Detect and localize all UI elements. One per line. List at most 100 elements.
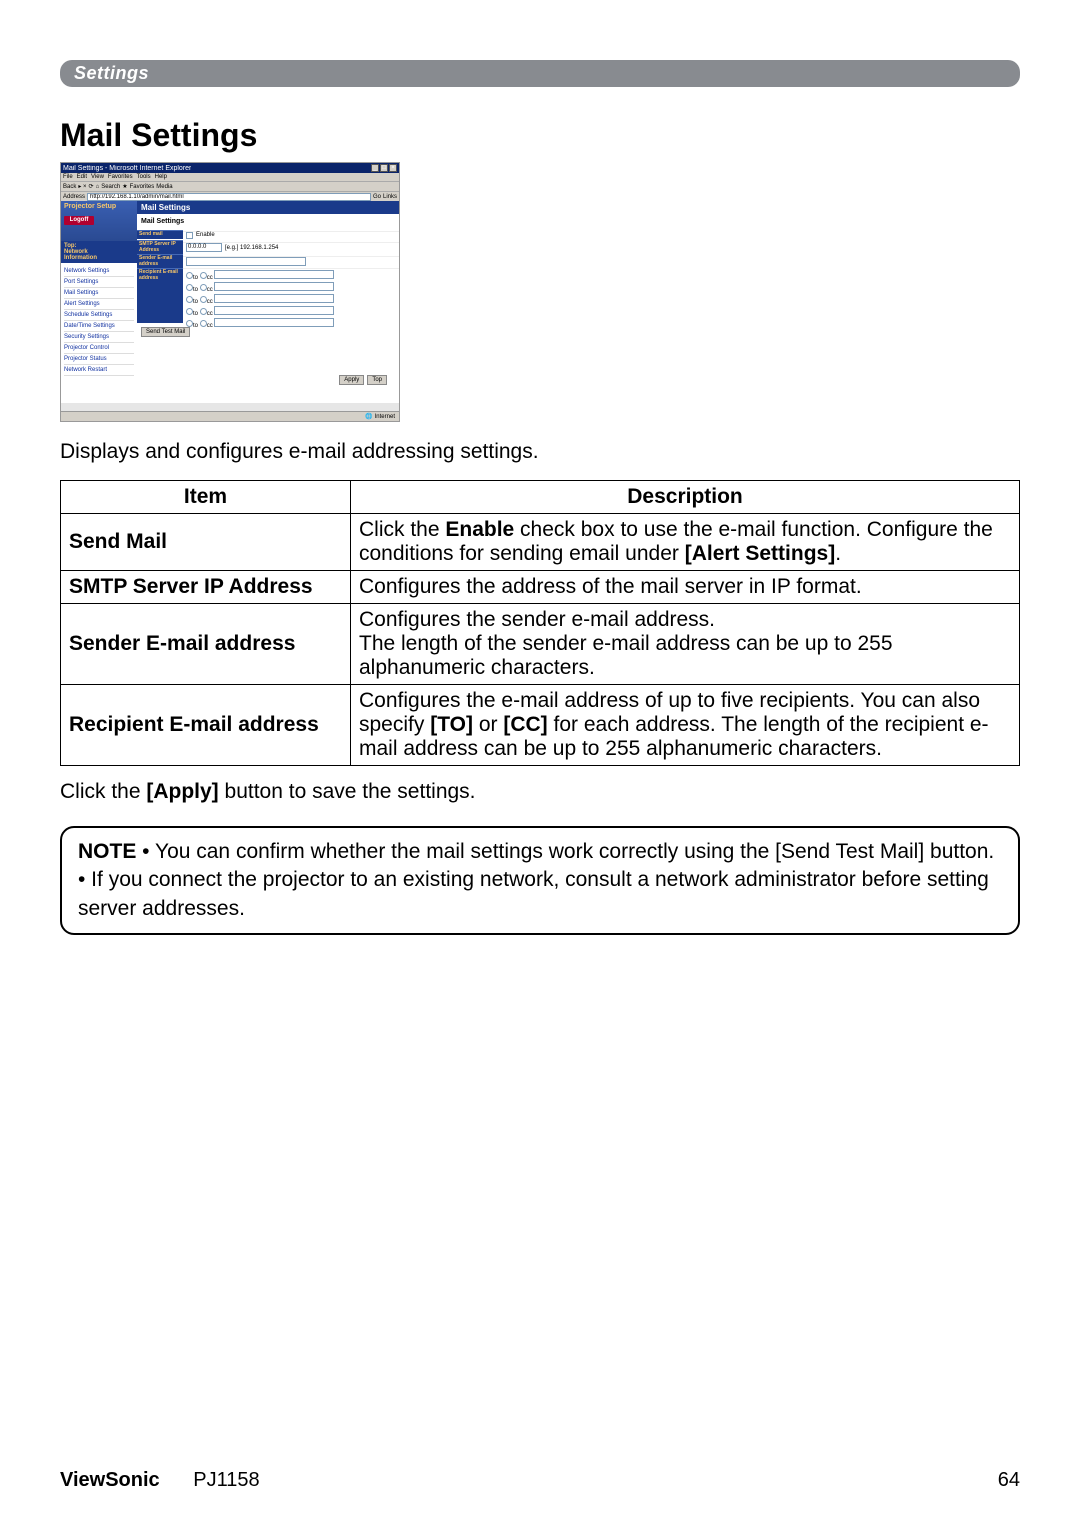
page-footer: ViewSonic PJ1158 64 [60, 1469, 1020, 1492]
r4-cc [200, 308, 207, 315]
address-url: http://192.168.1.10/admin/mail.html [87, 193, 371, 201]
screenshot-sidebar: Projector Setup Logoff Top: Network Info… [61, 201, 137, 403]
menu-tools: Tools [137, 174, 151, 180]
main-subtitle: Mail Settings [137, 214, 399, 229]
nav-network-settings: Network Settings [64, 266, 134, 277]
desc-sender: Configures the sender e-mail address.The… [351, 604, 1020, 685]
nav-projector-status: Projector Status [64, 354, 134, 365]
settings-section-bar: Settings [60, 60, 1020, 87]
r4-input [214, 306, 334, 315]
status-internet: Internet [375, 414, 395, 420]
table-row: Recipient E-mail address Configures the … [61, 685, 1020, 766]
apply-button: Apply [339, 375, 364, 385]
close-icon: × [389, 164, 397, 172]
r3-to [186, 296, 193, 303]
r1-input [214, 270, 334, 279]
menu-help: Help [155, 174, 167, 180]
caption-text: Displays and configures e-mail addressin… [60, 440, 1020, 464]
lbl-send-mail: Send mail [137, 230, 183, 239]
sender-input [186, 257, 306, 266]
r3-cc-lbl: cc [207, 299, 213, 305]
minimize-icon: _ [371, 164, 379, 172]
screenshot-main: Mail Settings Mail Settings Send mail En… [137, 201, 399, 403]
r4-to [186, 308, 193, 315]
screenshot-addressbar: Address http://192.168.1.10/admin/mail.h… [61, 191, 399, 201]
main-title: Mail Settings [137, 201, 399, 214]
r1-to [186, 272, 193, 279]
table-row: SMTP Server IP Address Configures the ad… [61, 571, 1020, 604]
footer-brand: ViewSonic [60, 1469, 160, 1491]
lbl-smtp: SMTP Server IP Address [137, 240, 183, 254]
desc-recipient: Configures the e-mail address of up to f… [351, 685, 1020, 766]
after-table-text: Click the [Apply] button to save the set… [60, 780, 1020, 804]
globe-icon: 🌐 [365, 413, 372, 420]
enable-checkbox [186, 232, 193, 239]
logoff-button: Logoff [64, 216, 94, 225]
r3-cc [200, 296, 207, 303]
nav-mail-settings: Mail Settings [64, 288, 134, 299]
note-line2: • If you connect the projector to an exi… [78, 868, 989, 919]
sidebar-info-label: Information [64, 255, 134, 261]
r1-cc [200, 272, 207, 279]
r2-cc [200, 284, 207, 291]
menu-file: File [63, 174, 73, 180]
nav-datetime-settings: Date/Time Settings [64, 321, 134, 332]
go-button: Go [373, 194, 381, 200]
r3-to-lbl: to [193, 299, 198, 305]
nav-projector-control: Projector Control [64, 343, 134, 354]
footer-model: PJ1158 [193, 1469, 259, 1491]
table-row: Sender E-mail address Configures the sen… [61, 604, 1020, 685]
r4-to-lbl: to [193, 311, 198, 317]
toolbar-media: Media [156, 184, 172, 190]
table-row: Send Mail Click the Enable check box to … [61, 514, 1020, 571]
r2-to-lbl: to [193, 287, 198, 293]
desc-smtp: Configures the address of the mail serve… [351, 571, 1020, 604]
description-table: Item Description Send Mail Click the Ena… [60, 480, 1020, 766]
screenshot-window-controls: _ □ × [371, 164, 397, 172]
nav-alert-settings: Alert Settings [64, 299, 134, 310]
footer-page: 64 [998, 1469, 1020, 1492]
screenshot-statusbar: 🌐 Internet [61, 411, 399, 421]
links-label: Links [383, 194, 397, 200]
top-button: Top [367, 375, 387, 385]
item-sender: Sender E-mail address [61, 604, 351, 685]
toolbar-search: Search [101, 184, 120, 190]
item-send-mail: Send Mail [61, 514, 351, 571]
nav-schedule-settings: Schedule Settings [64, 310, 134, 321]
sidebar-brand: Projector Setup [64, 203, 116, 210]
sidebar-nav: Network Settings Port Settings Mail Sett… [61, 263, 137, 379]
item-smtp: SMTP Server IP Address [61, 571, 351, 604]
send-test-mail-button: Send Test Mail [141, 327, 190, 337]
r2-cc-lbl: cc [207, 287, 213, 293]
th-desc: Description [351, 481, 1020, 514]
address-label: Address [63, 194, 85, 200]
smtp-input: 0.0.0.0 [186, 243, 222, 252]
enable-label: Enable [196, 232, 215, 238]
r2-to [186, 284, 193, 291]
nav-port-settings: Port Settings [64, 277, 134, 288]
apply-top-group: Apply Top [339, 375, 387, 385]
desc-send-mail: Click the Enable check box to use the e-… [351, 514, 1020, 571]
note-label: NOTE [78, 840, 136, 863]
item-recipient: Recipient E-mail address [61, 685, 351, 766]
r1-to-lbl: to [193, 275, 198, 281]
nav-network-restart: Network Restart [64, 365, 134, 376]
note-line1: • You can confirm whether the mail setti… [136, 840, 994, 863]
r2-input [214, 282, 334, 291]
r1-cc-lbl: cc [207, 275, 213, 281]
screenshot-window-title: Mail Settings - Microsoft Internet Explo… [63, 165, 191, 172]
menu-favorites: Favorites [108, 174, 133, 180]
screenshot-toolbar: Back ▸ × ⟳ ⌂ Search ★ Favorites Media [61, 181, 399, 191]
r4-cc-lbl: cc [207, 311, 213, 317]
r3-input [214, 294, 334, 303]
screenshot-figure: Mail Settings - Microsoft Internet Explo… [60, 162, 400, 422]
screenshot-menubar: File Edit View Favorites Tools Help [61, 173, 399, 181]
note-box: NOTE • You can confirm whether the mail … [60, 826, 1020, 935]
page-title: Mail Settings [60, 117, 1020, 154]
nav-security-settings: Security Settings [64, 332, 134, 343]
maximize-icon: □ [380, 164, 388, 172]
screenshot-titlebar: Mail Settings - Microsoft Internet Explo… [61, 163, 399, 173]
smtp-example: [e.g.] 192.168.1.254 [225, 245, 278, 251]
menu-edit: Edit [77, 174, 87, 180]
toolbar-favorites: Favorites [130, 184, 155, 190]
